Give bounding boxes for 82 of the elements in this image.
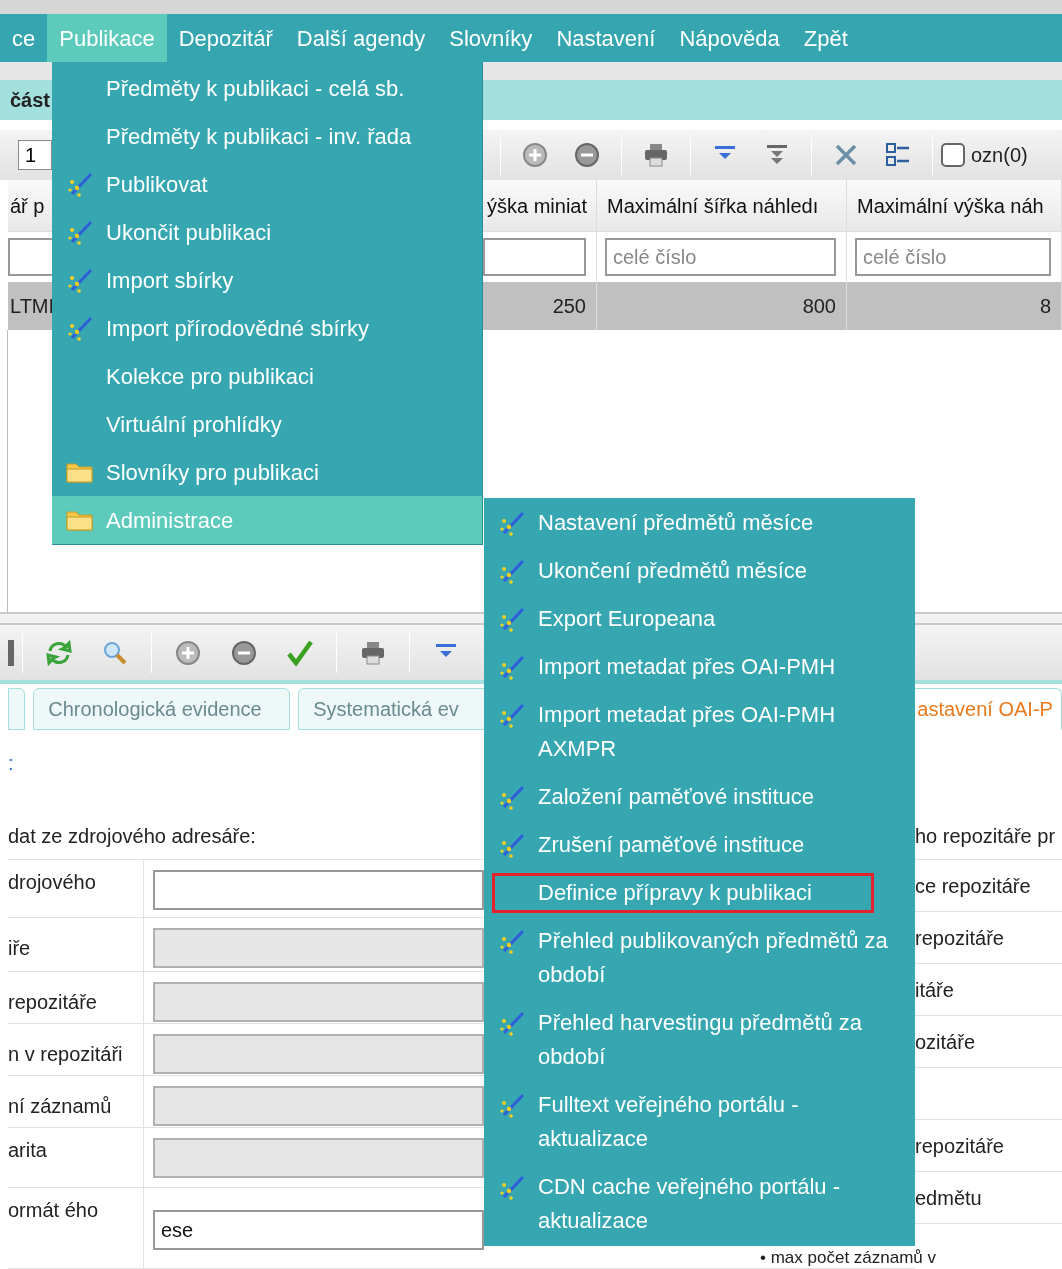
magic-wand-icon xyxy=(498,557,526,585)
magic-wand-icon xyxy=(498,783,526,811)
menu-item[interactable]: Přehled harvestingu předmětů za období xyxy=(484,999,915,1081)
page-input[interactable]: 1 xyxy=(18,140,52,170)
column-header[interactable]: Maximální výška náh xyxy=(847,180,1062,231)
menu-item[interactable]: Předměty k publikaci - celá sb. xyxy=(52,64,482,112)
field-label: ozitáře xyxy=(915,1029,976,1055)
field-label: repozitáře xyxy=(8,972,144,1023)
tab[interactable]: Chronologická evidence xyxy=(33,688,291,730)
magic-wand-icon xyxy=(498,701,526,729)
check-icon[interactable] xyxy=(286,638,314,667)
magic-wand-icon xyxy=(498,605,526,633)
column-header[interactable]: Maximální šířka náhledı xyxy=(597,180,847,231)
menu-item[interactable]: Publikovat xyxy=(52,160,482,208)
minus-icon[interactable] xyxy=(230,638,258,667)
magic-wand-icon xyxy=(498,1009,526,1037)
magic-wand-icon xyxy=(498,1091,526,1119)
input-field[interactable] xyxy=(153,870,484,910)
menu-item[interactable]: Přehled publikovaných předmětů za období xyxy=(484,917,915,999)
menu-item[interactable]: Fulltext veřejného portálu - aktualizace xyxy=(484,1081,915,1163)
magic-wand-icon xyxy=(66,266,94,294)
magic-wand-icon xyxy=(498,831,526,859)
field-label: repozitáře xyxy=(915,925,1004,951)
menu-item[interactable]: Export Europeana xyxy=(484,595,915,643)
refresh-icon[interactable] xyxy=(45,638,73,667)
menu-item[interactable]: Předměty k publikaci - inv. řada xyxy=(52,112,482,160)
magic-wand-icon xyxy=(66,170,94,198)
field-label: repozitáře xyxy=(915,1133,1004,1159)
toolbar-icon[interactable] xyxy=(8,639,14,666)
magic-wand-icon xyxy=(498,509,526,537)
menu-item[interactable]: Kolekce pro publikaci xyxy=(52,352,482,400)
menu-item[interactable]: Depozitář xyxy=(166,14,285,62)
filter-field[interactable]: celé číslo xyxy=(855,238,1051,276)
field-label: ormát ého xyxy=(8,1188,144,1268)
filter-field[interactable]: celé číslo xyxy=(605,238,836,276)
link-text[interactable]: : xyxy=(8,752,14,774)
menu-item[interactable]: Slovníky xyxy=(437,14,545,62)
menu-item[interactable]: Ukončení předmětů měsíce xyxy=(484,547,915,595)
filter-field[interactable] xyxy=(483,238,586,276)
field-label: iře xyxy=(8,918,144,971)
menu-item[interactable]: Další agendy xyxy=(284,14,438,62)
panel-title: část xyxy=(10,88,51,113)
folder-icon xyxy=(66,460,94,484)
field-label: arita xyxy=(8,1128,144,1187)
menu-item[interactable]: Slovníky pro publikaci xyxy=(52,448,482,496)
menu-item[interactable]: Nastavení xyxy=(544,14,668,62)
magic-wand-icon xyxy=(498,1173,526,1201)
table-cell: 800 xyxy=(597,282,847,330)
menu-item[interactable]: Zpět xyxy=(791,14,860,62)
field-label: • max počet záznamů v xyxy=(760,1248,937,1267)
menu-item[interactable]: Publikace xyxy=(47,14,167,62)
menu-item[interactable]: ce xyxy=(8,14,48,62)
minus-icon[interactable] xyxy=(573,141,601,169)
menu-item[interactable]: Zrušení paměťové instituce xyxy=(484,821,915,869)
plus-icon[interactable] xyxy=(174,638,202,667)
input-field[interactable]: ese xyxy=(153,1210,484,1250)
section-heading: ho repozitáře pr xyxy=(915,824,1057,849)
menu-item[interactable]: CDN cache veřejného portálu - aktualizace xyxy=(484,1163,915,1245)
field-label: edmětu xyxy=(915,1185,982,1211)
menu-item[interactable]: Import metadat přes OAI-PMH xyxy=(484,643,915,691)
field-label: n v repozitáři xyxy=(8,1024,144,1075)
checkbox[interactable]: ozn(0) xyxy=(941,140,1028,170)
printer-icon[interactable] xyxy=(642,141,670,169)
magic-wand-icon xyxy=(66,218,94,246)
magic-wand-icon xyxy=(498,653,526,681)
section-heading: dat ze zdrojového adresáře: xyxy=(8,824,256,849)
menu-item[interactable]: Nastavení předmětů měsíce xyxy=(484,499,915,547)
magic-wand-icon xyxy=(66,314,94,342)
menu-item[interactable]: Založení paměťové instituce xyxy=(484,773,915,821)
list-icon[interactable] xyxy=(884,141,912,169)
field-label: drojového xyxy=(8,860,144,917)
menu-item[interactable]: Virtuální prohlídky xyxy=(52,400,482,448)
menu-item[interactable]: Ukončit publikaci xyxy=(52,208,482,256)
field-label: ní záznamů xyxy=(8,1076,144,1127)
menu-item[interactable]: Nápověda xyxy=(667,14,792,62)
table-cell: 8 xyxy=(847,282,1062,330)
menu-item[interactable]: Administrace xyxy=(52,496,482,544)
field-label: itáře xyxy=(915,977,954,1003)
folder-icon xyxy=(66,508,94,532)
field-label: ce repozitáře xyxy=(915,873,1031,899)
plus-icon[interactable] xyxy=(521,141,549,169)
magic-wand-icon xyxy=(498,927,526,955)
